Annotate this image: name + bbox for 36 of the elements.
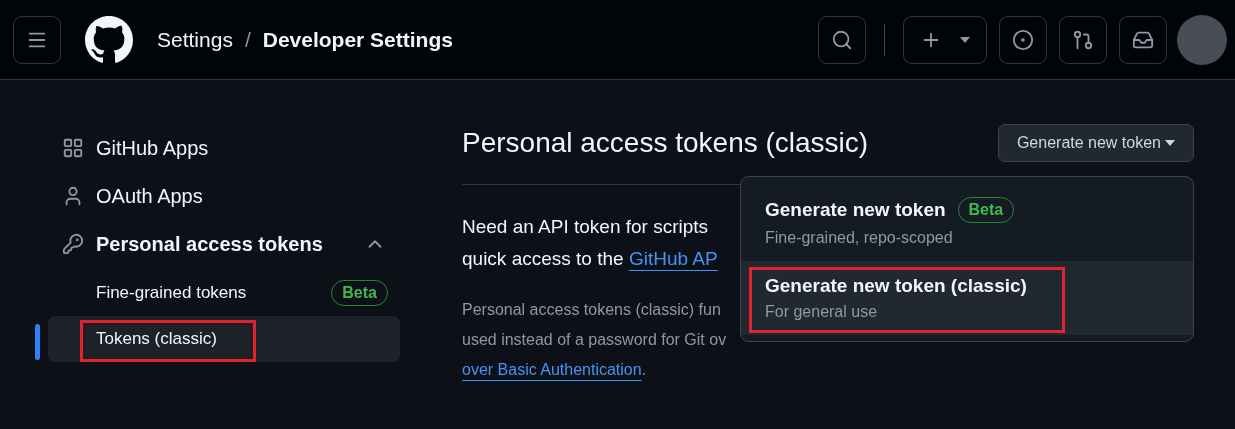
pull-requests-button[interactable] <box>1059 15 1107 64</box>
menu-item-title: Generate new token <box>765 199 946 221</box>
intro-text: quick access to the <box>462 248 625 269</box>
menu-item[interactable]: Generate new token (classic) For general use <box>741 261 1193 335</box>
sidebar-item[interactable]: GitHub Apps <box>48 124 400 172</box>
caret-icon <box>960 36 970 43</box>
pull-request-icon <box>1072 28 1094 51</box>
octocat-logo-icon[interactable] <box>85 15 133 64</box>
menu-item-subtitle: Fine-grained, repo-scoped <box>765 229 954 247</box>
key-icon <box>62 233 84 255</box>
inbox-button[interactable] <box>1119 15 1167 64</box>
intro-text: Need an API token for scripts <box>462 216 709 237</box>
breadcrumb-link[interactable]: Settings <box>157 27 233 52</box>
search-button[interactable] <box>818 15 866 64</box>
api-link[interactable]: GitHub AP <box>628 248 718 269</box>
search-icon <box>831 28 853 51</box>
menu-item[interactable]: Generate new token Beta Fine-grained, repo-scoped <box>741 183 1193 261</box>
breadcrumb-separator: / <box>244 27 251 52</box>
menu-item-subtitle: For general use <box>765 303 879 321</box>
sidebar-item[interactable]: OAuth Apps <box>48 172 400 220</box>
selection-indicator <box>35 324 40 360</box>
menu-item-title: Generate new token (classic) <box>765 275 1027 297</box>
description-text: used instead of a password for Git ov <box>462 331 727 348</box>
description-link[interactable]: over Basic Authentication <box>462 361 642 378</box>
sidebar-item[interactable]: Personal access tokens <box>48 220 400 268</box>
description-text: . <box>641 361 647 378</box>
caret-icon <box>1165 140 1175 146</box>
menu-button[interactable] <box>13 15 61 64</box>
apps-grid-icon <box>62 137 84 159</box>
circle-dot-icon <box>1012 28 1034 51</box>
generate-token-button[interactable]: Generate new token <box>997 124 1194 162</box>
description-text: Personal access tokens (classic) fun <box>462 301 721 318</box>
sidebar-subitem[interactable]: Fine-grained tokens Beta <box>48 270 400 316</box>
breadcrumb-link[interactable]: Developer Settings <box>262 27 453 52</box>
page-title: Personal access tokens (classic) <box>462 127 869 159</box>
issues-button[interactable] <box>999 15 1047 64</box>
